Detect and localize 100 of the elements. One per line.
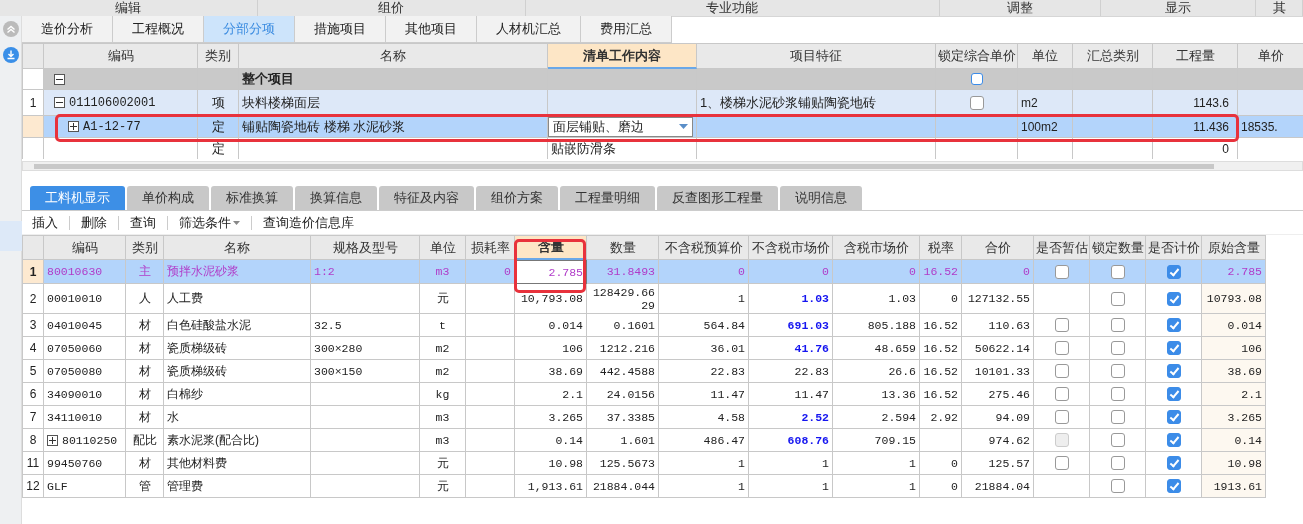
checkbox[interactable] [1110, 341, 1125, 355]
column-header[interactable]: 规格及型号 [311, 236, 420, 260]
checkbox[interactable] [1054, 456, 1069, 470]
column-header[interactable]: 名称 [239, 44, 548, 69]
table-cell: 项 [198, 90, 239, 116]
checkbox[interactable] [1166, 364, 1181, 378]
toolbar-button[interactable]: 查询造价信息库 [257, 213, 360, 232]
table-cell: 4.58 [659, 406, 749, 429]
expand-icon[interactable] [47, 434, 58, 446]
checkbox[interactable] [1054, 364, 1069, 378]
table-cell [466, 383, 515, 406]
checkbox[interactable] [1110, 291, 1125, 306]
column-header[interactable]: 锁定综合单价 [936, 44, 1018, 69]
column-header[interactable]: 单位 [1018, 44, 1073, 69]
column-header[interactable]: 原始含量 [1202, 236, 1266, 260]
tab[interactable]: 换算信息 [295, 186, 377, 210]
column-header[interactable]: 合价 [962, 236, 1034, 260]
column-header[interactable]: 清单工作内容 [548, 44, 697, 69]
tab[interactable]: 其他项目 [386, 16, 477, 43]
checkbox[interactable] [1110, 387, 1125, 401]
column-header[interactable]: 工程量 [1153, 44, 1238, 69]
table-cell: 2.594 [833, 406, 920, 429]
checkbox[interactable] [1110, 364, 1125, 378]
column-header[interactable]: 单位 [420, 236, 466, 260]
table-cell: 1,913.61 [515, 475, 587, 498]
table-cell [466, 406, 515, 429]
input-field[interactable]: 2.785 [515, 260, 587, 284]
tab[interactable]: 工程概况 [113, 16, 204, 43]
checkbox[interactable] [1166, 479, 1181, 493]
tab[interactable]: 单价构成 [127, 186, 209, 210]
column-header[interactable]: 单价 [1238, 44, 1303, 69]
table-cell [1238, 90, 1303, 116]
tab[interactable]: 造价分析 [22, 16, 113, 43]
table-cell: 00010010 [44, 284, 126, 314]
table-cell: 0 [833, 260, 920, 284]
collapse-up-icon[interactable] [2, 21, 19, 37]
expand-icon[interactable] [68, 121, 79, 132]
menu-button[interactable]: 筛选条件 [173, 213, 246, 232]
row-number: 11 [23, 452, 44, 475]
tab[interactable]: 工程量明细 [560, 186, 655, 210]
tab[interactable]: 特征及内容 [379, 186, 474, 210]
table-cell: 素水泥浆(配合比) [164, 429, 311, 452]
checkbox[interactable] [1110, 264, 1125, 279]
dropdown-field[interactable]: 面层铺贴、磨边 [548, 116, 693, 137]
checkbox[interactable] [1166, 341, 1181, 355]
column-header[interactable]: 含税市场价 [833, 236, 920, 260]
table-cell: 2.1 [515, 383, 587, 406]
checkbox[interactable] [1166, 291, 1181, 306]
column-header[interactable]: 损耗率 [466, 236, 515, 260]
checkbox[interactable] [1054, 341, 1069, 355]
download-icon[interactable] [2, 47, 19, 63]
checkbox[interactable] [1054, 264, 1069, 279]
tab[interactable]: 说明信息 [780, 186, 862, 210]
column-header[interactable]: 锁定数量 [1090, 236, 1146, 260]
column-header[interactable]: 编码 [44, 44, 198, 69]
tab[interactable]: 标准换算 [211, 186, 293, 210]
table-cell: 白棉纱 [164, 383, 311, 406]
checkbox[interactable] [1054, 318, 1069, 332]
checkbox[interactable] [1110, 433, 1125, 447]
tab[interactable]: 人材机汇总 [477, 16, 581, 43]
tab[interactable]: 费用汇总 [581, 16, 672, 43]
toolbar-button[interactable]: 删除 [75, 213, 113, 232]
checkbox[interactable] [1166, 433, 1181, 447]
column-header[interactable]: 税率 [920, 236, 962, 260]
column-header[interactable]: 是否计价 [1146, 236, 1202, 260]
checkbox[interactable] [1110, 479, 1125, 493]
column-header[interactable]: 编码 [44, 236, 126, 260]
scrollbar[interactable] [22, 161, 1303, 171]
column-header[interactable]: 是否暂估 [1034, 236, 1090, 260]
column-header[interactable]: 类别 [198, 44, 239, 69]
checkbox[interactable] [1110, 456, 1125, 470]
checkbox[interactable] [1166, 387, 1181, 401]
checkbox[interactable] [970, 73, 983, 85]
checkbox[interactable] [1166, 410, 1181, 424]
column-header[interactable]: 汇总类别 [1073, 44, 1153, 69]
row-number: 5 [23, 360, 44, 383]
tab[interactable]: 措施项目 [295, 16, 386, 43]
checkbox[interactable] [969, 95, 984, 110]
column-header[interactable]: 不含税市场价 [749, 236, 833, 260]
checkbox[interactable] [1166, 264, 1181, 279]
table-cell: 0.14 [1202, 429, 1266, 452]
checkbox[interactable] [1110, 318, 1125, 332]
toolbar-button[interactable]: 查询 [124, 213, 162, 232]
checkbox[interactable] [1054, 387, 1069, 401]
column-header[interactable]: 名称 [164, 236, 311, 260]
checkbox[interactable] [1054, 410, 1069, 424]
collapse-icon[interactable] [54, 97, 65, 108]
scrollbar-thumb[interactable] [34, 163, 1214, 169]
column-header[interactable]: 不含税预算价 [659, 236, 749, 260]
column-header[interactable]: 数量 [587, 236, 659, 260]
column-header[interactable]: 项目特征 [697, 44, 936, 69]
checkbox[interactable] [1110, 410, 1125, 424]
toolbar-button[interactable]: 插入 [26, 213, 64, 232]
checkbox[interactable] [1166, 318, 1181, 332]
collapse-icon[interactable] [54, 73, 65, 85]
checkbox[interactable] [1166, 456, 1181, 470]
column-header[interactable]: 类别 [126, 236, 164, 260]
tab[interactable]: 组价方案 [476, 186, 558, 210]
table-cell: 94.09 [962, 406, 1034, 429]
tab[interactable]: 反查图形工程量 [657, 186, 778, 210]
